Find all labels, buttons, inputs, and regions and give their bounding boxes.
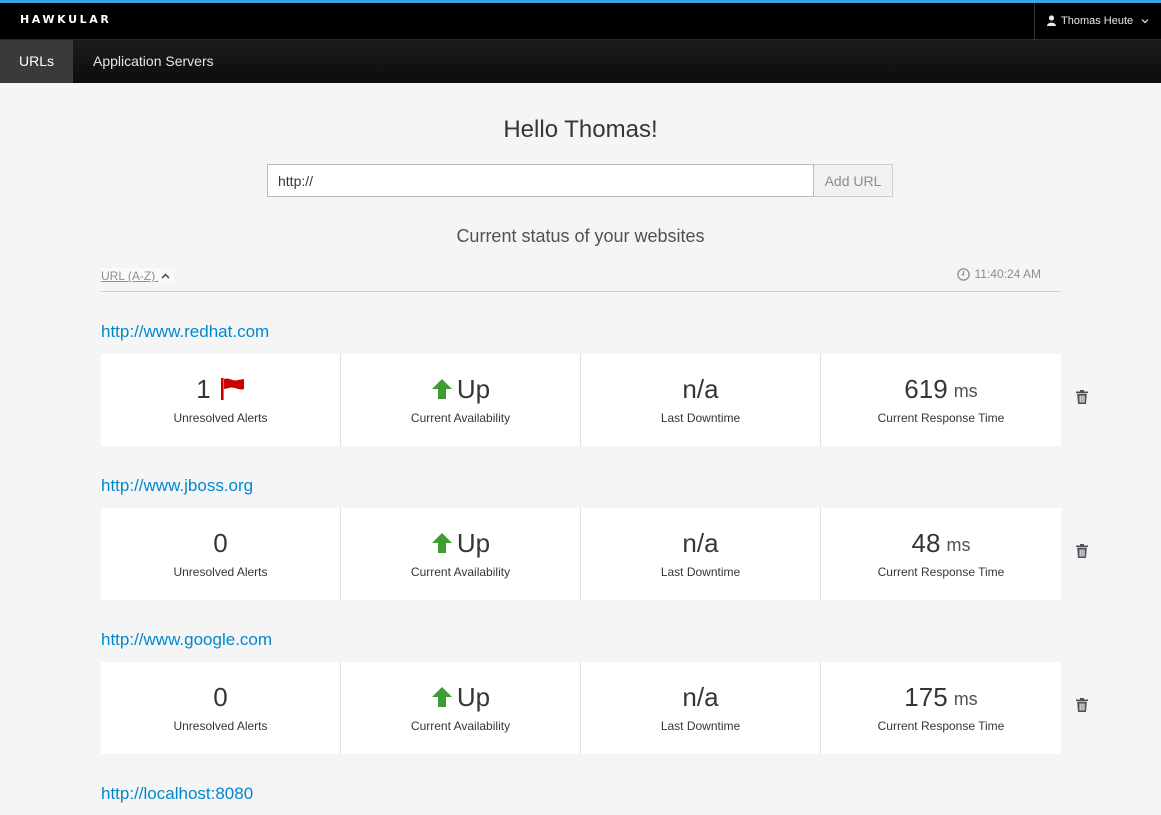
response-label: Current Response Time (877, 565, 1005, 579)
site-entry: http://www.jboss.org 0 Unresolved Alerts… (101, 476, 1101, 600)
arrow-up-icon (431, 379, 452, 399)
availability-value: Up (456, 682, 491, 712)
site-url-link[interactable]: http://localhost:8080 (101, 784, 1101, 808)
response-card: 619 ms Current Response Time (821, 354, 1061, 446)
availability-card: Up Current Availability (341, 354, 581, 446)
response-value: 175 (904, 682, 948, 712)
tab-urls[interactable]: URLs (0, 40, 73, 83)
site-entry: http://localhost:8080 (101, 784, 1101, 808)
availability-label: Current Availability (410, 411, 511, 425)
sort-label: URL (A-Z) (101, 269, 156, 283)
last-updated: 11:40:24 AM (956, 267, 1042, 281)
response-value: 48 (911, 528, 941, 558)
site-url-link[interactable]: http://www.google.com (101, 630, 1101, 654)
top-bar: HAWKULAR Thomas Heute (0, 0, 1161, 40)
timestamp-text: 11:40:24 AM (974, 267, 1042, 281)
availability-label: Current Availability (410, 719, 511, 733)
alerts-label: Unresolved Alerts (173, 411, 268, 425)
alerts-card[interactable]: 0 Unresolved Alerts (101, 508, 341, 600)
chevron-down-icon (1141, 15, 1149, 27)
response-label: Current Response Time (877, 411, 1005, 425)
arrow-up-icon (431, 687, 452, 707)
downtime-value: n/a (682, 682, 719, 712)
downtime-card: n/a Last Downtime (581, 508, 821, 600)
alerts-label: Unresolved Alerts (173, 565, 268, 579)
response-value: 619 (904, 374, 948, 404)
downtime-card: n/a Last Downtime (581, 662, 821, 754)
trash-icon[interactable] (1076, 698, 1088, 717)
downtime-label: Last Downtime (660, 411, 741, 425)
flag-icon (220, 378, 244, 400)
availability-value: Up (456, 528, 491, 558)
downtime-card: n/a Last Downtime (581, 354, 821, 446)
downtime-value: n/a (682, 528, 719, 558)
site-url-link[interactable]: http://www.jboss.org (101, 476, 1101, 500)
site-metrics: 0 Unresolved Alerts Up Current Availabil… (101, 662, 1061, 754)
sort-bar: URL (A-Z) 11:40:24 AM (101, 266, 1061, 292)
downtime-label: Last Downtime (660, 719, 741, 733)
main-nav: URLs Application Servers (0, 40, 1161, 83)
trash-icon[interactable] (1076, 390, 1088, 409)
sort-by-url-link[interactable]: URL (A-Z) (101, 268, 174, 283)
alerts-count: 0 (213, 528, 228, 558)
response-unit: ms (953, 689, 978, 709)
alerts-card[interactable]: 1 Unresolved Alerts (101, 354, 341, 446)
user-menu[interactable]: Thomas Heute (1034, 3, 1161, 39)
alerts-count: 0 (213, 682, 228, 712)
alerts-card[interactable]: 0 Unresolved Alerts (101, 662, 341, 754)
status-heading: Current status of your websites (456, 226, 705, 246)
downtime-label: Last Downtime (660, 565, 741, 579)
url-input[interactable] (267, 164, 814, 197)
user-name: Thomas Heute (1061, 15, 1134, 27)
trash-icon[interactable] (1076, 544, 1088, 563)
arrow-up-icon (431, 533, 452, 553)
tab-application-servers[interactable]: Application Servers (73, 40, 234, 83)
clock-icon (956, 267, 970, 281)
alerts-label: Unresolved Alerts (173, 719, 268, 733)
response-unit: ms (953, 381, 978, 401)
page-greeting: Hello Thomas! (503, 116, 658, 143)
add-url-button[interactable]: Add URL (814, 164, 893, 197)
site-url-link[interactable]: http://www.redhat.com (101, 322, 1101, 346)
availability-card: Up Current Availability (341, 508, 581, 600)
availability-value: Up (456, 374, 491, 404)
response-label: Current Response Time (877, 719, 1005, 733)
response-card: 175 ms Current Response Time (821, 662, 1061, 754)
user-icon (1047, 15, 1057, 27)
site-entry: http://www.redhat.com 1 Unresolved Alert… (101, 322, 1101, 446)
response-unit: ms (946, 535, 971, 555)
downtime-value: n/a (682, 374, 719, 404)
availability-card: Up Current Availability (341, 662, 581, 754)
chevron-up-icon (160, 268, 170, 282)
site-metrics: 1 Unresolved Alerts Up Current Availabil… (101, 354, 1061, 446)
availability-label: Current Availability (410, 565, 511, 579)
add-url-form: Add URL (267, 164, 893, 197)
brand-logo[interactable]: HAWKULAR (20, 13, 111, 26)
site-metrics: 0 Unresolved Alerts Up Current Availabil… (101, 508, 1061, 600)
site-entry: http://www.google.com 0 Unresolved Alert… (101, 630, 1101, 754)
alerts-count: 1 (196, 374, 211, 404)
response-card: 48 ms Current Response Time (821, 508, 1061, 600)
